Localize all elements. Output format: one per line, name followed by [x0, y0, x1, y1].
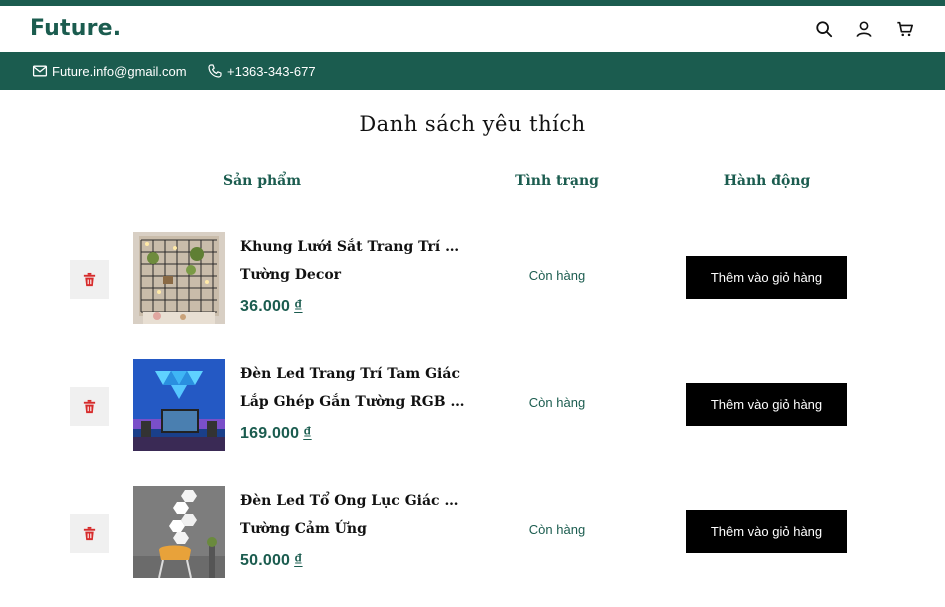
product-name[interactable]: Đèn Led Trang Trí Tam Giác Lắp Ghép Gắn … [240, 361, 465, 416]
product-name[interactable]: Đèn Led Tổ Ong Lục Giác Gắn Tường Cảm Ứn… [240, 488, 465, 543]
search-icon[interactable] [813, 18, 835, 40]
column-header-action: Hành động [723, 173, 811, 189]
product-name-line-1: Đèn Led Trang Trí Tam Giác [240, 366, 460, 382]
product-price: 50.000 ₫ [240, 552, 303, 570]
product-name-line-2: Tường Cảm Ứng [240, 520, 367, 537]
product-name-line-1: Khung Lưới Sắt Trang Trí Treo [240, 239, 465, 255]
product-name-line-1: Đèn Led Tổ Ong Lục Giác Gắn [240, 493, 465, 509]
price-value: 50.000 [240, 552, 291, 569]
currency-symbol: ₫ [294, 298, 303, 315]
currency-symbol: ₫ [294, 552, 303, 569]
stock-status: Còn hàng [528, 522, 586, 537]
mail-icon [32, 65, 48, 77]
product-price: 169.000 ₫ [240, 425, 312, 443]
column-header-product: Sản phẩm [222, 173, 302, 189]
logo[interactable]: Future. [30, 16, 121, 41]
phone-text: +1363-343-677 [227, 63, 316, 79]
trash-icon [83, 526, 96, 541]
product-image-triangle-led[interactable] [133, 359, 225, 451]
contact-phone[interactable]: +1363-343-677 [207, 52, 316, 90]
product-image-hexagon-led[interactable] [133, 486, 225, 578]
stock-status: Còn hàng [528, 268, 586, 283]
add-to-cart-button[interactable]: Thêm vào giỏ hàng [686, 510, 847, 553]
price-value: 169.000 [240, 425, 300, 442]
wishlist-row: Đèn Led Tổ Ong Lục Giác Gắn Tường Cảm Ứn… [0, 476, 945, 578]
trash-icon [83, 399, 96, 414]
remove-item-button[interactable] [70, 387, 109, 426]
remove-item-button[interactable] [70, 514, 109, 553]
product-image-wire-grid[interactable] [133, 232, 225, 324]
contact-bar: Future.info@gmail.com +1363-343-677 [0, 52, 945, 90]
product-name-line-2: Lắp Ghép Gắn Tường RGB Cả... [240, 393, 465, 410]
contact-email[interactable]: Future.info@gmail.com [32, 52, 187, 90]
user-icon[interactable] [853, 18, 875, 40]
product-name-line-2: Tường Decor [240, 266, 342, 283]
price-value: 36.000 [240, 298, 291, 315]
add-to-cart-button[interactable]: Thêm vào giỏ hàng [686, 383, 847, 426]
product-name[interactable]: Khung Lưới Sắt Trang Trí Treo Tường Deco… [240, 234, 465, 289]
add-to-cart-button[interactable]: Thêm vào giỏ hàng [686, 256, 847, 299]
email-text: Future.info@gmail.com [52, 63, 187, 79]
cart-icon[interactable] [894, 18, 916, 40]
site-header: Future. [0, 6, 945, 52]
phone-icon [208, 64, 222, 78]
remove-item-button[interactable] [70, 260, 109, 299]
product-price: 36.000 ₫ [240, 298, 303, 316]
wishlist-row: Khung Lưới Sắt Trang Trí Treo Tường Deco… [0, 222, 945, 324]
column-header-status: Tình trạng [515, 173, 599, 189]
currency-symbol: ₫ [303, 425, 312, 442]
page-title: Danh sách yêu thích [359, 112, 586, 136]
wishlist-row: Đèn Led Trang Trí Tam Giác Lắp Ghép Gắn … [0, 349, 945, 451]
stock-status: Còn hàng [528, 395, 586, 410]
trash-icon [83, 272, 96, 287]
